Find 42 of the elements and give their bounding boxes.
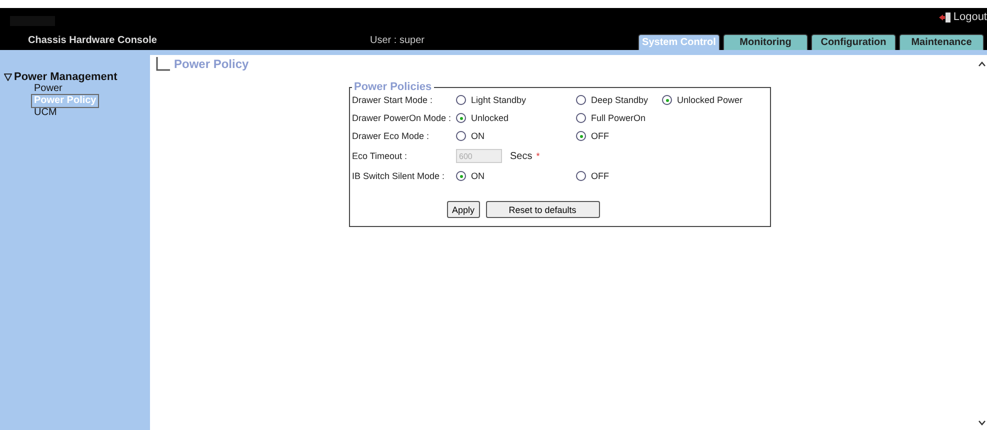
nav-tab[interactable]: Monitoring — [723, 34, 808, 50]
required-mark: * — [536, 151, 540, 161]
exit-door-icon — [939, 12, 952, 22]
radio-button[interactable] — [576, 95, 586, 105]
field-label: Eco Timeout : — [352, 151, 408, 161]
option-label: Full PowerOn — [591, 113, 646, 123]
option-label: OFF — [591, 171, 609, 181]
corner-icon — [156, 57, 170, 71]
field-label: IB Switch Silent Mode : — [352, 171, 446, 181]
page-title: Power Policy — [174, 57, 249, 71]
option-label: Light Standby — [471, 95, 526, 105]
option-label: ON — [471, 171, 484, 181]
nav-tab[interactable]: Maintenance — [899, 34, 984, 50]
option-label: OFF — [591, 131, 609, 141]
console-title: Chassis Hardware Console — [28, 35, 158, 48]
option-label: ON — [471, 131, 484, 141]
nav-tab[interactable]: Configuration — [811, 34, 896, 50]
field-label: Drawer PowerOn Mode : — [352, 113, 452, 123]
field-label: Drawer Eco Mode : — [352, 131, 430, 141]
radio-button[interactable] — [456, 113, 466, 123]
option-label: Unlocked — [471, 113, 509, 123]
form-button[interactable]: Apply — [447, 201, 480, 218]
unit-label: Secs — [510, 150, 532, 162]
scroll-down-icon[interactable] — [978, 420, 986, 426]
radio-button[interactable] — [576, 171, 586, 181]
radio-button[interactable] — [576, 131, 586, 141]
logout-link[interactable]: Logout — [953, 11, 987, 23]
sidebar-item[interactable]: UCM — [32, 107, 59, 119]
radio-button[interactable] — [456, 95, 466, 105]
form-button[interactable]: Reset to defaults — [486, 201, 600, 218]
field-label: Drawer Start Mode : — [352, 95, 434, 105]
tree-group-label[interactable]: Power Management — [14, 71, 118, 83]
radio-button[interactable] — [456, 171, 466, 181]
radio-button[interactable] — [662, 95, 672, 105]
user-label: User : super — [370, 35, 426, 48]
sidebar-item[interactable]: Power — [32, 83, 64, 95]
scroll-up-icon[interactable] — [978, 61, 986, 67]
option-label: Deep Standby — [591, 95, 648, 105]
panel-legend: Power Policies — [352, 81, 434, 93]
radio-button[interactable] — [456, 131, 466, 141]
option-label: Unlocked Power — [677, 95, 743, 105]
radio-button[interactable] — [576, 113, 586, 123]
